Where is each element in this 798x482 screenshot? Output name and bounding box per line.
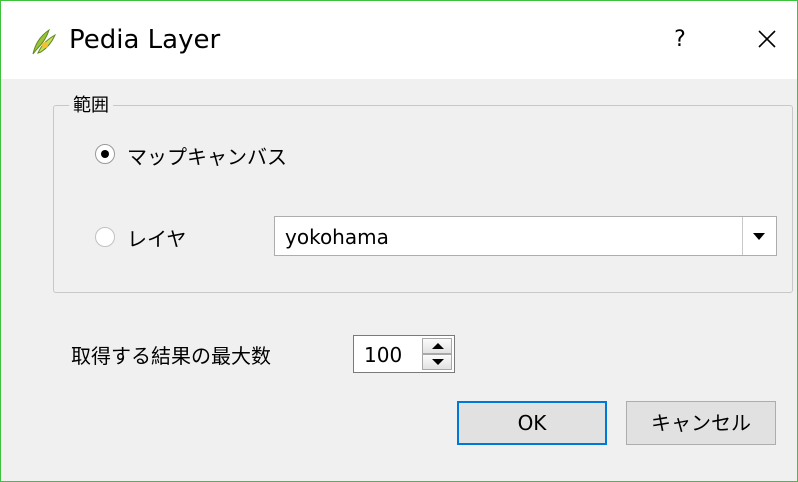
max-results-label: 取得する結果の最大数	[71, 344, 271, 368]
spin-up-icon[interactable]	[422, 338, 452, 354]
extent-group-title: 範囲	[69, 91, 113, 117]
chevron-down-icon[interactable]	[742, 217, 776, 255]
max-results-value: 100	[364, 343, 403, 367]
dialog-title: Pedia Layer	[69, 25, 221, 55]
dialog-window: Pedia Layer ? 範囲 マップキャンバス レイヤ yokohama 取…	[0, 0, 798, 482]
qgis-app-icon	[32, 28, 57, 55]
spin-down-icon[interactable]	[422, 354, 452, 370]
max-results-spinbox[interactable]: 100	[353, 335, 455, 373]
layer-radio-label: レイヤ	[127, 227, 187, 251]
close-icon[interactable]	[749, 21, 785, 57]
extent-groupbox	[53, 105, 793, 293]
layer-select[interactable]: yokohama	[274, 216, 777, 256]
layer-select-value: yokohama	[285, 225, 389, 249]
help-button[interactable]: ?	[665, 23, 695, 57]
map-canvas-radio[interactable]	[95, 144, 115, 164]
spin-buttons	[422, 338, 452, 370]
map-canvas-label: マップキャンバス	[127, 145, 287, 169]
layer-radio[interactable]	[95, 227, 115, 247]
cancel-button[interactable]: キャンセル	[626, 401, 776, 445]
title-bar: Pedia Layer ?	[1, 1, 797, 79]
ok-button[interactable]: OK	[457, 401, 607, 445]
